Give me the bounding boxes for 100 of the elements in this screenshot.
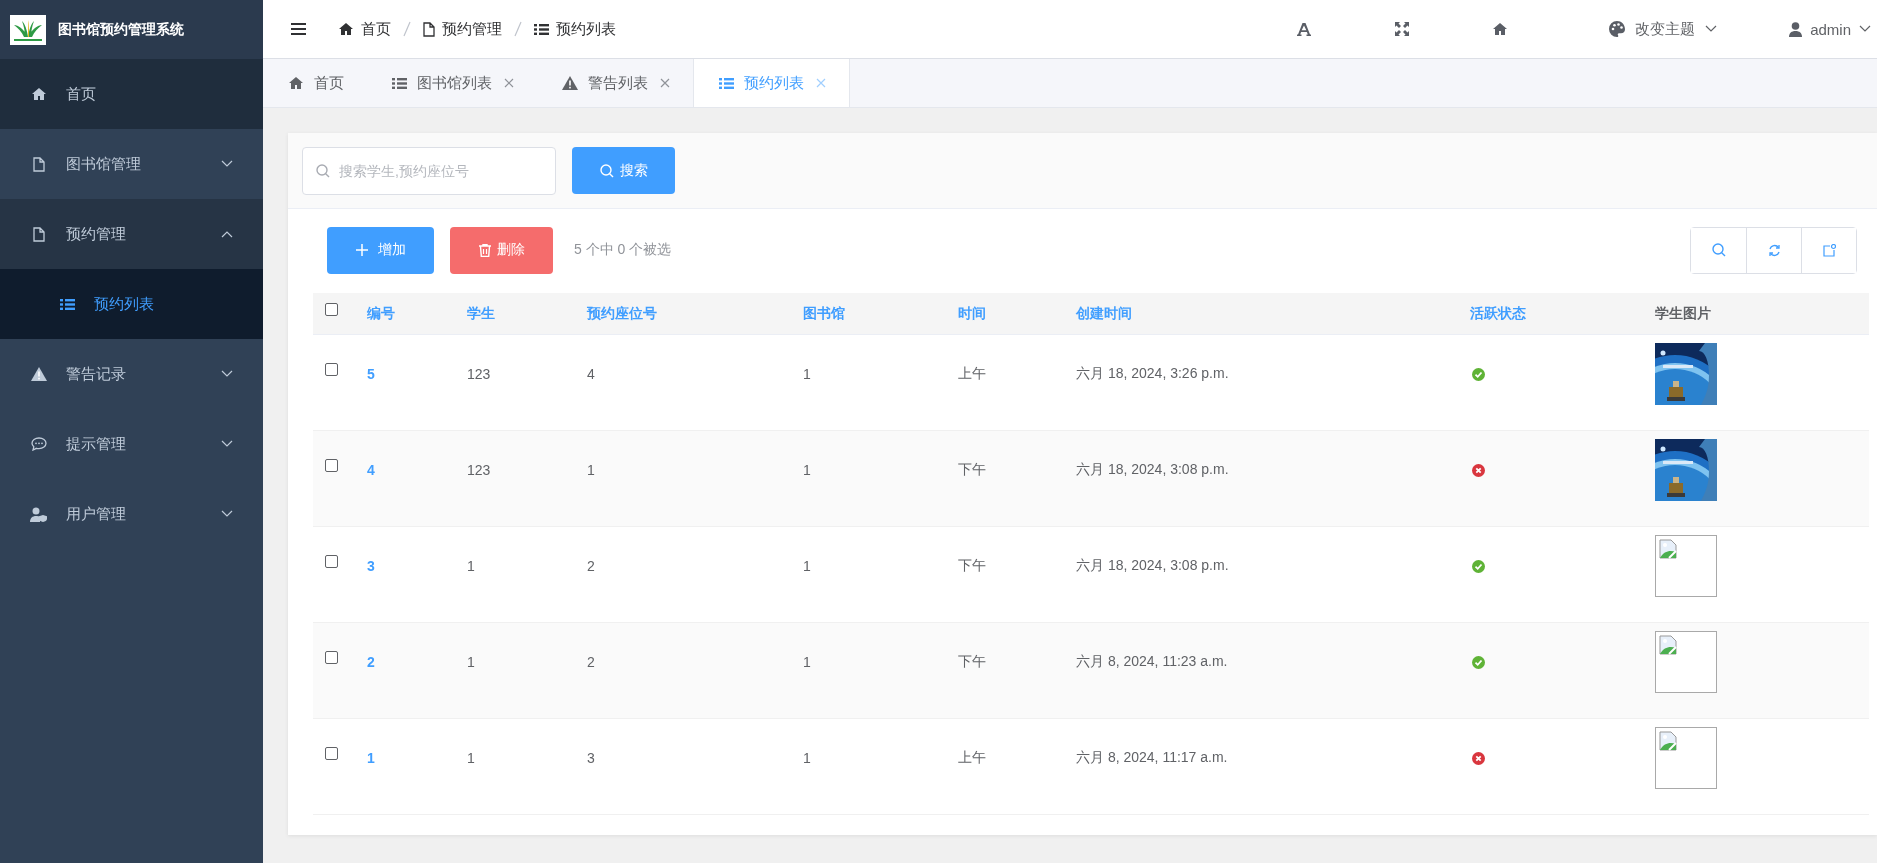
select-all-checkbox[interactable] bbox=[325, 303, 338, 316]
search-button[interactable]: 搜索 bbox=[572, 147, 675, 194]
table-cell-text: 2 bbox=[587, 654, 596, 671]
column-header: 学生图片 bbox=[1655, 304, 1712, 323]
table-cell-text: 4 bbox=[587, 366, 596, 383]
column-header[interactable]: 时间 bbox=[958, 304, 1076, 323]
row-checkbox[interactable] bbox=[325, 554, 338, 568]
table-cell-text: 1 bbox=[803, 558, 812, 575]
close-icon[interactable] bbox=[504, 78, 514, 88]
id-link[interactable]: 2 bbox=[367, 654, 467, 671]
list-icon bbox=[534, 22, 549, 36]
table-cell-text: 1 bbox=[803, 462, 812, 479]
tab[interactable]: 警告列表 bbox=[537, 59, 693, 107]
column-header[interactable]: 编号 bbox=[367, 304, 467, 323]
table-cell-text: 上午 bbox=[958, 365, 987, 384]
table-cell-text: 1 bbox=[467, 558, 476, 575]
table-cell-text: 六月 18, 2024, 3:26 p.m. bbox=[1076, 365, 1230, 384]
list-icon bbox=[392, 76, 407, 90]
home-icon bbox=[288, 76, 304, 90]
tab[interactable]: 预约列表 bbox=[693, 59, 850, 107]
table-cell-text: 下午 bbox=[958, 653, 987, 672]
selection-count: 5 个中 0 个被选 bbox=[574, 241, 673, 259]
id-link[interactable]: 5 bbox=[367, 366, 467, 383]
home-icon bbox=[31, 87, 47, 101]
search-icon bbox=[1711, 243, 1726, 257]
home-icon bbox=[1492, 22, 1509, 36]
user-shield-icon bbox=[30, 506, 48, 522]
menu-icon[interactable] bbox=[291, 23, 306, 35]
list-icon bbox=[719, 76, 734, 90]
document-icon bbox=[423, 21, 435, 37]
table-cell-text: 1 bbox=[587, 462, 596, 479]
slash-divider bbox=[514, 21, 522, 37]
table-cell-text: 123 bbox=[467, 366, 492, 383]
table-cell-text: 六月 8, 2024, 11:17 a.m. bbox=[1076, 749, 1229, 768]
id-link[interactable]: 1 bbox=[367, 750, 467, 767]
table-cell-text: 下午 bbox=[958, 557, 987, 576]
table-cell-text: 1 bbox=[803, 654, 812, 671]
refresh-icon bbox=[1767, 243, 1781, 257]
id-link[interactable]: 4 bbox=[367, 462, 467, 479]
table-cell-text: 六月 18, 2024, 3:08 p.m. bbox=[1076, 557, 1230, 576]
fullscreen-icon[interactable] bbox=[1395, 22, 1410, 36]
chevron-up-icon bbox=[221, 230, 233, 238]
table-cell-text: 下午 bbox=[958, 461, 987, 480]
sidebar-item[interactable]: 预约管理 bbox=[0, 199, 263, 269]
sidebar-subitem[interactable]: 预约列表 bbox=[0, 269, 263, 339]
table-cell-text: 1 bbox=[803, 366, 812, 383]
table-cell-text: 123 bbox=[467, 462, 492, 479]
row-checkbox[interactable] bbox=[325, 458, 338, 472]
table-cell-text: 1 bbox=[467, 750, 476, 767]
column-header[interactable]: 学生 bbox=[467, 304, 587, 323]
breadcrumb-link[interactable]: 首页 bbox=[361, 19, 391, 39]
sidebar-item[interactable]: 用户管理 bbox=[0, 479, 263, 549]
breadcrumb-link[interactable]: 预约管理 bbox=[442, 19, 502, 39]
column-header[interactable]: 图书馆 bbox=[803, 304, 958, 323]
chevron-down-icon bbox=[1859, 25, 1871, 33]
row-checkbox[interactable] bbox=[325, 650, 338, 664]
chevron-down-icon bbox=[221, 160, 233, 168]
chevron-down-icon bbox=[1705, 25, 1718, 33]
sidebar-item[interactable]: 首页 bbox=[0, 59, 263, 129]
chevron-down-icon bbox=[221, 510, 233, 518]
chevron-down-icon bbox=[221, 370, 233, 378]
theme-dropdown[interactable]: 改变主题 bbox=[1635, 19, 1696, 39]
warning-icon bbox=[31, 367, 47, 381]
table-cell-text: 上午 bbox=[958, 749, 987, 768]
table-cell-text: 3 bbox=[587, 750, 596, 767]
export-icon bbox=[1822, 243, 1836, 257]
search-field[interactable]: 搜索学生,预约座位号 bbox=[302, 146, 556, 195]
breadcrumb-link[interactable]: 预约列表 bbox=[556, 19, 616, 39]
chevron-down-icon bbox=[221, 440, 233, 448]
table-cell-text: 六月 18, 2024, 3:08 p.m. bbox=[1076, 461, 1230, 480]
logo-icon bbox=[10, 14, 46, 45]
delete-button[interactable]: 删除 bbox=[450, 226, 553, 274]
table-cell-text: 1 bbox=[803, 750, 812, 767]
add-button[interactable]: 增加 bbox=[327, 226, 434, 274]
tab[interactable]: 首页 bbox=[263, 59, 367, 107]
user-icon bbox=[1789, 21, 1803, 37]
table-cell-text: 2 bbox=[587, 558, 596, 575]
chat-icon bbox=[31, 437, 47, 451]
row-checkbox[interactable] bbox=[325, 362, 338, 376]
search-icon bbox=[599, 163, 614, 178]
id-link[interactable]: 3 bbox=[367, 558, 467, 575]
search-icon bbox=[316, 163, 330, 178]
user-menu[interactable]: admin bbox=[1810, 20, 1851, 38]
sidebar-item[interactable]: 提示管理 bbox=[0, 409, 263, 479]
sidebar-item[interactable]: 图书馆管理 bbox=[0, 129, 263, 199]
close-icon[interactable] bbox=[660, 78, 670, 88]
list-icon bbox=[59, 297, 75, 311]
row-checkbox[interactable] bbox=[325, 746, 338, 760]
column-header[interactable]: 预约座位号 bbox=[587, 304, 803, 323]
sidebar-item[interactable]: 警告记录 bbox=[0, 339, 263, 409]
app-title: 图书馆预约管理系统 bbox=[58, 20, 184, 39]
broken-image-icon bbox=[1659, 731, 1677, 752]
table-cell-text: 六月 8, 2024, 11:23 a.m. bbox=[1076, 653, 1229, 672]
tab[interactable]: 图书馆列表 bbox=[367, 59, 537, 107]
broken-image-icon bbox=[1659, 635, 1677, 656]
slash-divider bbox=[403, 21, 411, 37]
column-header[interactable]: 活跃状态 bbox=[1470, 304, 1655, 323]
column-header[interactable]: 创建时间 bbox=[1076, 304, 1470, 323]
document-icon bbox=[33, 156, 45, 172]
font-size-icon[interactable] bbox=[1297, 22, 1312, 36]
